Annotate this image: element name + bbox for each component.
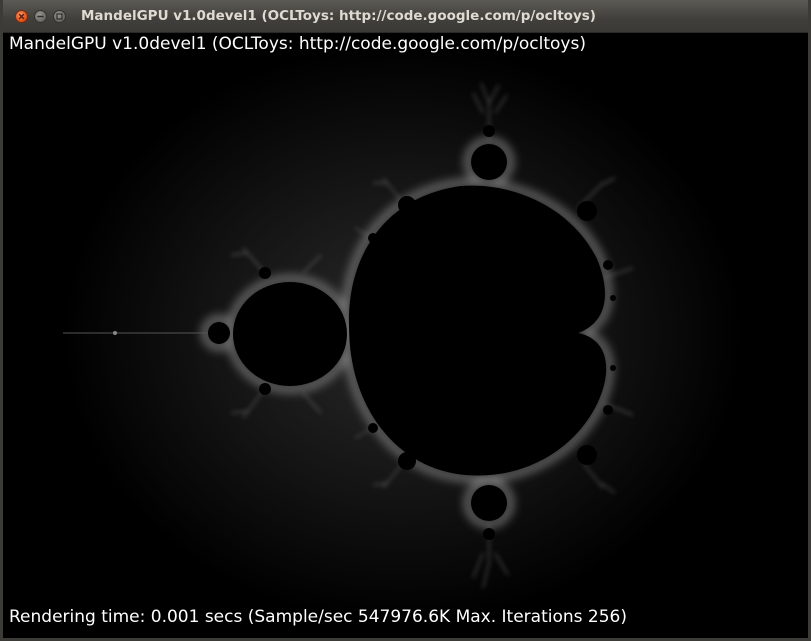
maximize-icon xyxy=(56,13,63,20)
title-bar[interactable]: MandelGPU v1.0devel1 (OCLToys: http://co… xyxy=(3,0,808,33)
render-status: Rendering time: 0.001 secs (Sample/sec 5… xyxy=(9,607,627,627)
app-window: MandelGPU v1.0devel1 (OCLToys: http://co… xyxy=(0,0,811,641)
app-heading: MandelGPU v1.0devel1 (OCLToys: http://co… xyxy=(9,34,586,54)
minimize-button[interactable] xyxy=(34,10,47,23)
close-icon xyxy=(18,13,25,20)
minimize-icon xyxy=(37,15,44,18)
mandelbrot-render xyxy=(63,43,743,623)
fractal-canvas[interactable]: MandelGPU v1.0devel1 (OCLToys: http://co… xyxy=(3,33,808,638)
maximize-button[interactable] xyxy=(53,10,66,23)
window-title: MandelGPU v1.0devel1 (OCLToys: http://co… xyxy=(81,8,596,24)
close-button[interactable] xyxy=(15,10,28,23)
